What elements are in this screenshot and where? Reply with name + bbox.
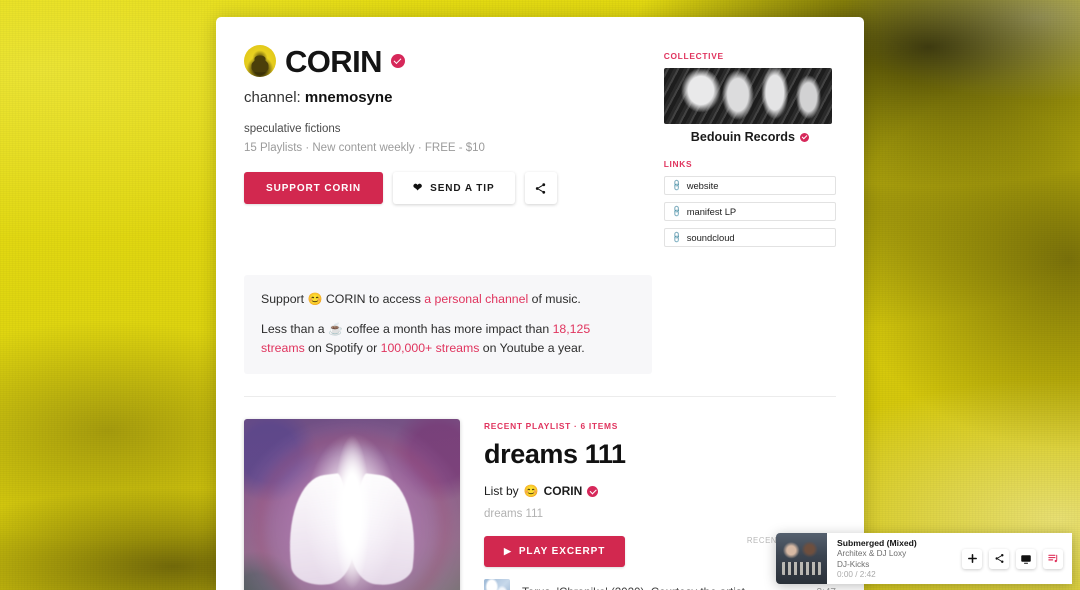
profile-header: CORIN channel: mnemosyne speculative fic…: [244, 45, 628, 247]
youtube-streams-value: 100,000+ streams: [380, 341, 480, 356]
queue-button[interactable]: [1043, 548, 1063, 569]
heart-icon: ❤: [413, 181, 424, 194]
plus-icon: [967, 554, 977, 563]
link-icon: 🔗: [669, 178, 684, 193]
now-playing-player: Submerged (Mixed) Architex & DJ Loxy DJ-…: [776, 533, 1072, 584]
smile-emoji-icon: 😊: [523, 484, 539, 499]
cast-button[interactable]: [1016, 548, 1036, 569]
link-label: manifest LP: [686, 206, 737, 217]
support-line-2-c: on Spotify or: [304, 341, 381, 356]
support-line-1-c: of music.: [528, 292, 581, 306]
add-to-library-button[interactable]: [962, 548, 982, 569]
link-label: website: [686, 180, 719, 191]
profile-name-row: CORIN: [244, 45, 628, 77]
support-corin-button[interactable]: SUPPORT CORIN: [244, 172, 384, 204]
play-excerpt-button[interactable]: ▶ PLAY EXCERPT: [484, 536, 626, 568]
playlist-kicker: RECENT PLAYLIST · 6 ITEMS: [484, 421, 618, 432]
track-title: Torus, 'Chroniko' (2020). Courtesy the a…: [522, 586, 805, 590]
collective-name-label: Bedouin Records: [690, 130, 795, 144]
track-duration: 3:47: [817, 587, 836, 590]
link-icon: 🔗: [669, 230, 684, 245]
corin-avatar-icon[interactable]: [244, 45, 276, 77]
playlist-author: List by 😊 CORIN: [484, 484, 836, 498]
channel-name: mnemosyne: [304, 89, 393, 106]
playlist-author-name[interactable]: CORIN: [544, 484, 583, 498]
play-excerpt-label: PLAY EXCERPT: [518, 546, 606, 558]
support-line-1-a: Support: [261, 292, 308, 306]
play-icon: ▶: [504, 546, 512, 557]
now-playing-artist: Architex & DJ Loxy: [837, 549, 907, 559]
share-button[interactable]: [989, 548, 1009, 569]
playlist-subtitle: dreams 111: [484, 508, 544, 521]
collective-section-label: COLLECTIVE: [663, 51, 724, 61]
now-playing-meta: Submerged (Mixed) Architex & DJ Loxy DJ-…: [837, 538, 962, 580]
support-line-3-c: on Youtube a year.: [479, 341, 585, 356]
channel-line: channel: mnemosyne: [244, 89, 628, 106]
cast-icon: [1021, 554, 1031, 564]
recent-playlist-section: RECENT PLAYLIST · 6 ITEMS dreams 111 Lis…: [216, 397, 864, 590]
profile-sidebar: COLLECTIVE Bedouin Records LINKS 🔗 websi…: [663, 45, 836, 247]
track-thumbnail-icon: [484, 579, 510, 590]
share-button[interactable]: [524, 172, 557, 204]
angel-wings-cover-art-icon[interactable]: [244, 419, 460, 590]
profile-card: CORIN channel: mnemosyne speculative fic…: [216, 17, 864, 590]
link-icon: 🔗: [669, 204, 684, 219]
send-a-tip-button[interactable]: ❤ SEND A TIP: [393, 172, 515, 204]
album-art-icon[interactable]: [776, 533, 827, 584]
queue-icon: [1047, 554, 1057, 563]
now-playing-album: DJ-Kicks: [837, 559, 870, 569]
cover-light-beam: [333, 427, 371, 590]
player-controls: [962, 548, 1063, 569]
collective-name[interactable]: Bedouin Records: [664, 130, 836, 144]
support-line-2: Less than a ☕ coffee a month has more im…: [261, 320, 635, 358]
verified-badge-icon: [799, 132, 809, 142]
page-title: CORIN: [285, 43, 382, 79]
share-icon: [535, 182, 546, 194]
support-line-2-b: coffee a month has more impact than: [342, 322, 553, 337]
playlist-title: dreams 111: [484, 439, 626, 470]
support-line-1: Support 😊 CORIN to access a personal cha…: [261, 290, 635, 309]
now-playing-time: 0:00 / 2:42: [837, 570, 876, 580]
coffee-emoji-icon: ☕: [328, 322, 343, 337]
verified-badge-icon: [390, 54, 405, 68]
bedouin-records-banner-icon[interactable]: [663, 68, 832, 124]
channel-prefix: channel:: [244, 89, 301, 106]
playlist-author-prefix: List by: [484, 484, 519, 499]
profile-action-buttons: SUPPORT CORIN ❤ SEND A TIP: [244, 172, 628, 204]
personal-channel-link[interactable]: a personal channel: [424, 292, 528, 306]
send-a-tip-label: SEND A TIP: [430, 182, 495, 194]
smile-emoji-icon: 😊: [307, 292, 323, 306]
link-item-soundcloud[interactable]: 🔗 soundcloud: [663, 228, 836, 247]
link-label: soundcloud: [686, 232, 735, 243]
support-info-box: Support 😊 CORIN to access a personal cha…: [244, 275, 652, 375]
support-line-1-b: CORIN to access: [322, 292, 425, 306]
profile-tagline: speculative fictions: [244, 123, 341, 135]
verified-badge-icon: [587, 485, 599, 497]
link-item-manifest-lp[interactable]: 🔗 manifest LP: [663, 202, 836, 221]
support-line-2-a: Less than a: [261, 322, 328, 337]
profile-meta: 15 Playlists · New content weekly · FREE…: [244, 142, 485, 154]
card-header: CORIN channel: mnemosyne speculative fic…: [216, 17, 864, 247]
share-icon: [995, 554, 1003, 563]
now-playing-title: Submerged (Mixed): [837, 537, 917, 548]
link-item-website[interactable]: 🔗 website: [663, 176, 836, 195]
links-section-label: LINKS: [663, 159, 693, 169]
